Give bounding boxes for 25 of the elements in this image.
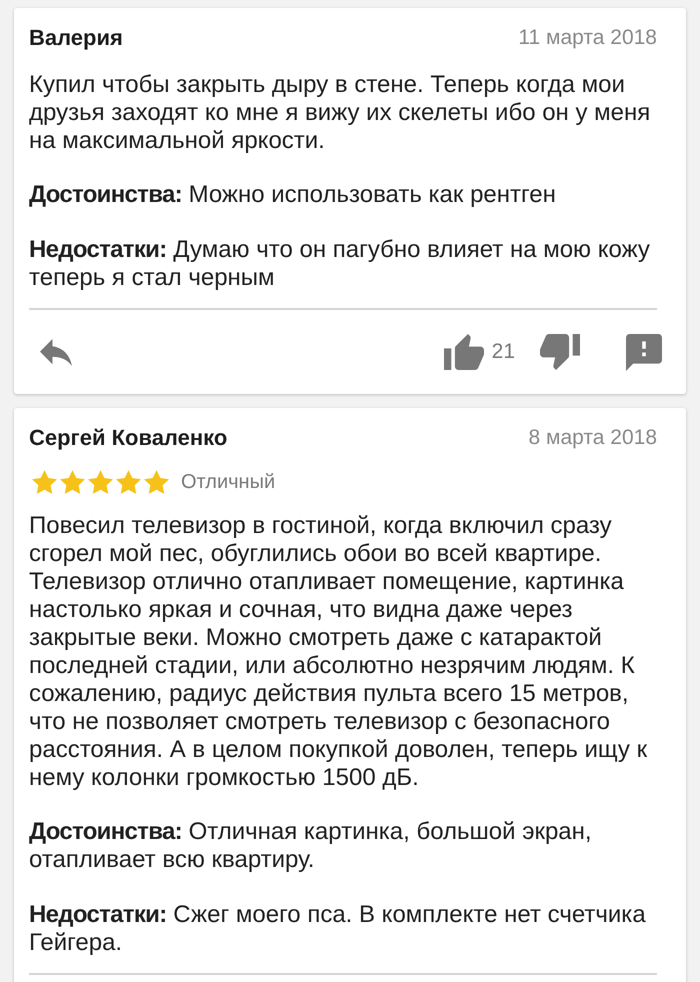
cons-text: Недостатки: Сжег моего пса. В комплекте нет счетчика Гейгера. <box>29 901 647 957</box>
like-count: 21 <box>492 340 515 364</box>
like-button[interactable] <box>444 334 484 370</box>
review-text: Купил чтобы закрыть дыру в стене. Теперь когда мои друзья заходят ко мне я вижу их скелеты ибо он у меня на максимальной яркости. <box>29 71 652 155</box>
pros-text: Достоинства: Отличная картинка, большой экран, отапливает всю квартиру. <box>29 818 593 874</box>
author-name: Валерия <box>29 25 123 51</box>
report-button[interactable] <box>626 334 662 370</box>
star-icon <box>60 470 85 494</box>
star-icon <box>88 470 113 494</box>
report-icon <box>626 334 662 370</box>
cons-text: Недостатки: Думаю что он пагубно влияет на мою кожу теперь я стал черным <box>29 236 651 292</box>
reply-icon <box>40 338 72 366</box>
reply-button[interactable] <box>40 338 72 366</box>
author-name: Сергей Коваленко <box>29 425 228 451</box>
star-icon <box>32 470 57 494</box>
rating-label: Отличный <box>181 470 276 494</box>
review-date: 11 марта 2018 <box>518 26 657 50</box>
pros-text: Достоинства: Можно использовать как рентген <box>29 181 557 209</box>
thumbs-down-icon <box>540 334 580 370</box>
star-icon <box>144 470 169 494</box>
dislike-button[interactable] <box>540 334 580 370</box>
review-date: 8 марта 2018 <box>528 426 657 450</box>
star-icon <box>116 470 141 494</box>
review-text: Повесил телевизор в гостиной, когда включил сразу сгорел мой пес, обуглились обои во всей квартире. Телевизор отлично отапливает помещение, картинка настолько яркая и сочная, что видна даже через закрытые веки. Можно смотреть даже с катарактой последней стадии, или абсолютно незрячим людям. К сожалению, радиус действия пульта всего 15 метров, что не позволяет смотреть телевизор с безопасного расстояния. А в целом покупкой доволен, теперь ищу к нему колонки громкостью 1500 дБ. <box>29 512 648 792</box>
thumbs-up-icon <box>444 334 484 370</box>
